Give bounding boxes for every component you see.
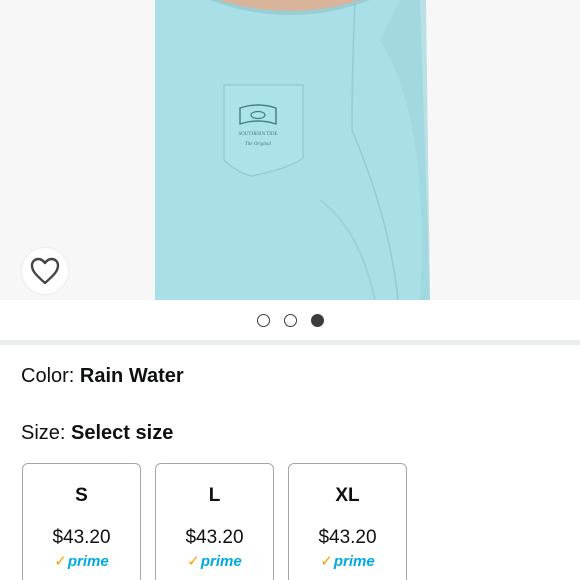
prime-check-icon: ✓ [320,553,333,570]
size-option-name: L [208,485,221,506]
size-option-price: $43.20 [318,527,377,548]
carousel-dot-3[interactable] [310,313,324,327]
prime-badge: ✓ prime [320,552,375,571]
size-option-price: $43.20 [52,527,111,548]
heart-outline-icon [30,257,60,285]
product-image: SOUTHERN TIDE The Original [0,0,580,300]
section-divider [0,340,580,345]
image-carousel-dots [0,300,580,340]
carousel-dot-2[interactable] [283,313,297,327]
shirt-script-text: The Original [245,142,272,147]
color-label: Color: [21,365,75,387]
product-image-area[interactable]: SOUTHERN TIDE The Original [0,0,580,300]
shirt-brand-text: SOUTHERN TIDE [238,132,277,137]
size-option-l[interactable]: L $43.20 ✓ prime [155,463,274,580]
carousel-dot-1[interactable] [256,313,270,327]
prime-badge: ✓ prime [54,552,109,571]
color-selection: Color: Rain Water [21,364,184,388]
prime-check-icon: ✓ [187,553,200,570]
size-option-s[interactable]: S $43.20 ✓ prime [22,463,141,580]
wishlist-button[interactable] [22,248,68,294]
size-option-xl[interactable]: XL $43.20 ✓ prime [288,463,407,580]
size-value: Select size [71,422,174,444]
prime-check-icon: ✓ [54,553,67,570]
color-value: Rain Water [79,365,184,387]
size-option-name: S [75,485,88,506]
size-label: Size: [21,422,66,444]
prime-badge: ✓ prime [187,552,242,571]
size-selection: Size: Select size [21,421,173,445]
size-option-price: $43.20 [185,527,244,548]
size-option-name: XL [335,485,360,506]
